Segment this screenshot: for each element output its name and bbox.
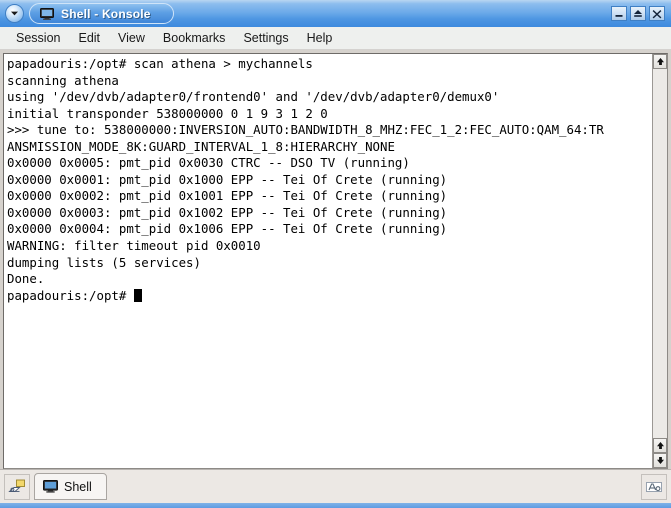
terminal-line: scanning athena (7, 72, 119, 88)
terminal-line: using '/dev/dvb/adapter0/frontend0' and … (7, 89, 500, 105)
close-button[interactable] (649, 6, 665, 21)
window-controls (611, 6, 665, 21)
terminal-line: 0x0000 0x0001: pmt_pid 0x1000 EPP -- Tei… (7, 171, 448, 187)
terminal-scrollbar[interactable] (652, 54, 667, 468)
terminal-line: WARNING: filter timeout pid 0x0010 (7, 238, 261, 254)
scroll-down-icon (656, 456, 665, 465)
window-title-tab[interactable]: Shell - Konsole (29, 3, 174, 24)
terminal-output[interactable]: papadouris:/opt# scan athena > mychannel… (4, 54, 652, 468)
maximize-icon (633, 9, 643, 18)
terminal-frame: papadouris:/opt# scan athena > mychannel… (3, 53, 668, 469)
window-menu-button[interactable] (5, 4, 24, 23)
scroll-up-icon (656, 441, 665, 450)
terminal-line: 0x0000 0x0002: pmt_pid 0x1001 EPP -- Tei… (7, 188, 448, 204)
window-frame-bottom (0, 503, 671, 508)
scrollbar-up-button-bottom[interactable] (653, 438, 667, 453)
scroll-up-icon (656, 57, 665, 66)
close-icon (652, 9, 662, 19)
menu-item-session[interactable]: Session (7, 29, 69, 48)
session-tab-shell[interactable]: Shell (34, 473, 107, 500)
terminal-line: 0x0000 0x0003: pmt_pid 0x1002 EPP -- Tei… (7, 204, 448, 220)
new-session-button[interactable] (4, 473, 30, 500)
terminal-line: papadouris:/opt# scan athena > mychannel… (7, 56, 313, 71)
minimize-button[interactable] (611, 6, 627, 21)
monitor-icon (43, 480, 58, 493)
text-size-button[interactable] (641, 473, 667, 500)
terminal-line: 0x0000 0x0004: pmt_pid 0x1006 EPP -- Tei… (7, 221, 448, 237)
titlebar: Shell - Konsole (0, 0, 671, 27)
session-bar: Shell (0, 469, 671, 503)
minimize-icon (614, 9, 624, 18)
menu-item-settings[interactable]: Settings (234, 29, 297, 48)
menu-item-help[interactable]: Help (298, 29, 342, 48)
terminal-line: >>> tune to: 538000000:INVERSION_AUTO:BA… (7, 122, 604, 138)
menu-item-bookmarks[interactable]: Bookmarks (154, 29, 235, 48)
terminal-line: 0x0000 0x0005: pmt_pid 0x0030 CTRC -- DS… (7, 155, 410, 171)
terminal-prompt: papadouris:/opt# (7, 287, 134, 303)
konsole-window: Shell - Konsole Session Edit View Bookma… (0, 0, 671, 508)
window-title: Shell - Konsole (61, 6, 151, 21)
scrollbar-track[interactable] (653, 69, 667, 438)
terminal-prompt-line: papadouris:/opt# (7, 288, 652, 305)
menu-item-edit[interactable]: Edit (69, 29, 109, 48)
terminal-line: initial transponder 538000000 0 1 9 3 1 … (7, 105, 328, 121)
monitor-icon (40, 7, 54, 20)
scrollbar-down-button[interactable] (653, 453, 667, 468)
maximize-button[interactable] (630, 6, 646, 21)
scrollbar-up-button[interactable] (653, 54, 667, 69)
terminal-line: Done. (7, 271, 45, 287)
session-bar-spacer (111, 470, 637, 503)
terminal-area: papadouris:/opt# scan athena > mychannel… (0, 50, 671, 469)
menu-item-view[interactable]: View (109, 29, 154, 48)
text-size-icon (645, 479, 663, 495)
new-session-icon (8, 479, 26, 495)
menubar: Session Edit View Bookmarks Settings Hel… (0, 27, 671, 50)
session-tab-label: Shell (64, 479, 92, 494)
terminal-line: dumping lists (5 services) (7, 254, 201, 270)
block-cursor (133, 288, 142, 302)
chevron-down-icon (10, 10, 19, 17)
terminal-line: ANSMISSION_MODE_8K:GUARD_INTERVAL_1_8:HI… (7, 138, 395, 154)
